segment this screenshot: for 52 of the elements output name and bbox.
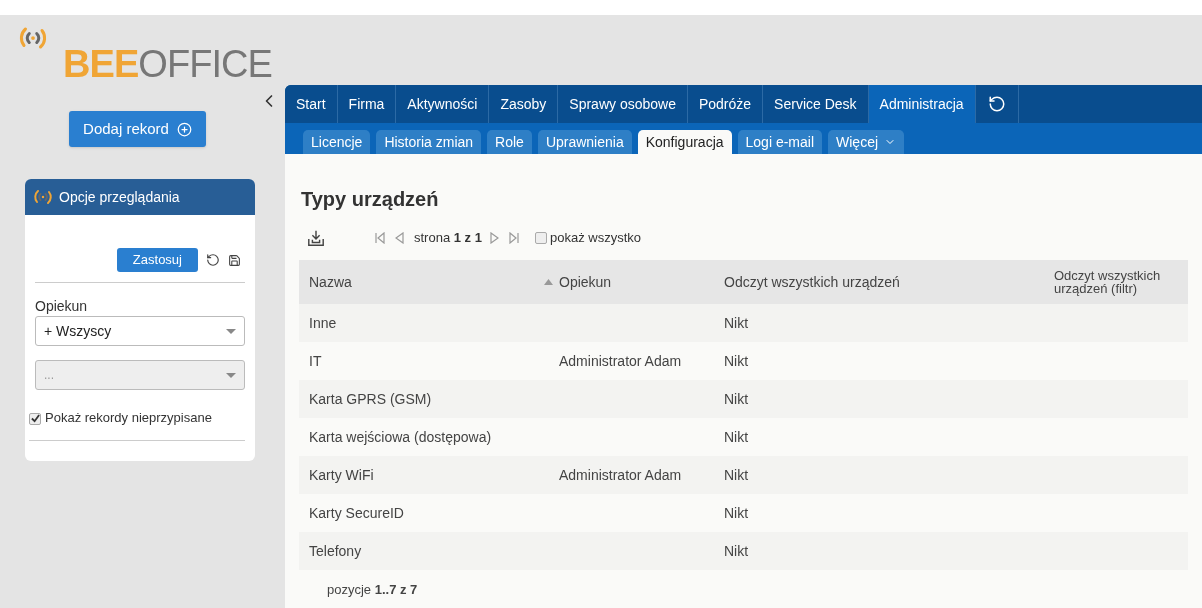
page-title: Typy urządzeń [301, 187, 440, 212]
table-cell: Karta wejściowa (dostępowa) [309, 428, 492, 445]
show-all-checkbox[interactable] [534, 232, 547, 244]
unassigned-checkbox[interactable] [29, 412, 41, 425]
column-header[interactable]: Nazwa [309, 271, 352, 293]
table-cell: IT [309, 352, 322, 369]
table-cell: Nikt [724, 352, 749, 369]
table-cell: Nikt [724, 390, 749, 407]
table-cell: Nikt [724, 504, 749, 521]
table-cell: Karta GPRS (GSM) [309, 390, 432, 407]
last-page-icon[interactable] [508, 232, 519, 244]
table-cell: Inne [309, 314, 337, 331]
sort-icon[interactable] [544, 279, 553, 285]
sub-nav-tab[interactable]: Role [487, 130, 532, 154]
sub-nav-tab[interactable]: Konfiguracja [637, 130, 732, 154]
table-cell: Nikt [724, 542, 749, 559]
filter-label: Opiekun [35, 298, 89, 314]
caretaker-select[interactable]: + Wszyscy [35, 316, 245, 346]
checkbox-label: Pokaż rekordy nieprzypisane [45, 410, 212, 425]
main-nav-tab[interactable]: Administracja [868, 85, 976, 123]
reset-icon[interactable] [206, 253, 220, 267]
column-header[interactable]: Opiekun [559, 273, 612, 290]
table-cell: Nikt [724, 466, 749, 483]
first-page-icon[interactable] [375, 232, 385, 244]
radio-waves-icon [33, 187, 53, 207]
sub-nav-tab[interactable]: Historia zmian [376, 130, 482, 154]
sub-nav-tab[interactable]: Logi e-mail [737, 130, 822, 154]
logo-text: BEEOFFICE [63, 45, 273, 83]
column-header[interactable]: Odczyt wszystkich urządzeń (filtr) [1054, 269, 1188, 295]
items-count: pozycje 1..7 z 7 [326, 581, 419, 599]
plus-circle-icon[interactable] [176, 121, 192, 137]
sub-nav-tab[interactable]: Licencje [303, 130, 371, 154]
table-cell: Telefony [309, 542, 362, 559]
page-indicator: strona 1 z 1 [414, 229, 482, 248]
next-page-icon[interactable] [489, 232, 499, 244]
add-record-button[interactable]: Dodaj rekord [69, 111, 206, 147]
table-cell: Nikt [724, 314, 749, 331]
history-icon[interactable] [987, 95, 1006, 113]
sub-nav-tab[interactable]: Więcej [828, 130, 905, 154]
panel-title: Opcje przeglądania [59, 187, 180, 207]
save-icon[interactable] [228, 253, 241, 267]
table-cell: Administrator Adam [559, 352, 682, 369]
prev-page-icon[interactable] [395, 232, 404, 244]
export-icon[interactable] [307, 229, 325, 247]
sub-nav-tab[interactable]: Uprawnienia [537, 130, 632, 154]
table-cell: Karty SecureID [309, 504, 404, 521]
table-cell: Administrator Adam [559, 466, 682, 483]
table-cell: Nikt [724, 428, 749, 445]
column-header[interactable]: Odczyt wszystkich urządzeń [724, 273, 900, 290]
show-all-label: pokaż wszystko [549, 229, 641, 248]
table-cell: Karty WiFi [309, 466, 374, 483]
apply-button[interactable]: Zastosuj [116, 248, 198, 272]
